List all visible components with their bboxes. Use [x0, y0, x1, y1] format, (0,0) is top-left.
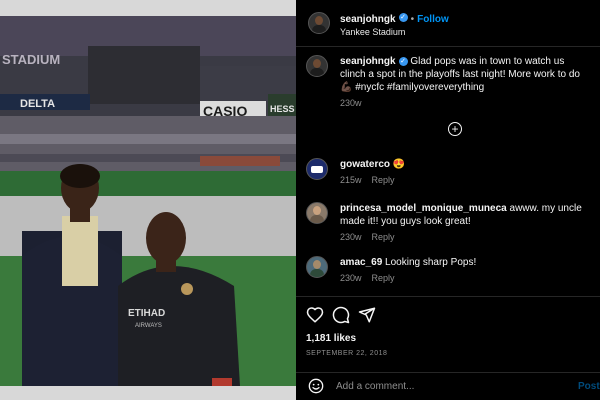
- reply-button[interactable]: Reply: [372, 175, 395, 185]
- post-location[interactable]: Yankee Stadium: [340, 27, 449, 37]
- caption-avatar[interactable]: [306, 55, 328, 77]
- comment-text: Looking sharp Pops!: [385, 257, 477, 268]
- avatar-body: [312, 25, 326, 33]
- stadium-scene-image: STADIUM DELTA CASIO HESS ETIHAD AIRWAYS: [0, 16, 296, 386]
- comment-body: amac_69 Looking sharp Pops! 230w Reply: [340, 256, 590, 285]
- comment-username[interactable]: princesa_model_monique_muneca: [340, 203, 507, 214]
- caption-meta: 230w: [340, 97, 590, 110]
- caption-age: 230w: [340, 98, 362, 108]
- heart-icon[interactable]: [306, 306, 324, 324]
- comment-text: 😍: [392, 159, 406, 170]
- comment-body: gowaterco 😍 215w Reply: [340, 158, 590, 187]
- author-avatar[interactable]: [308, 12, 330, 34]
- likes-count[interactable]: 1,181 likes: [306, 333, 356, 344]
- avatar-body: [310, 215, 324, 223]
- post-photo[interactable]: STADIUM DELTA CASIO HESS ETIHAD AIRWAYS: [0, 0, 296, 400]
- caption-username[interactable]: seanjohngk: [340, 56, 396, 67]
- hess-sign: HESS: [270, 104, 295, 114]
- commenter-avatar[interactable]: [306, 202, 328, 224]
- header-divider: [296, 46, 600, 47]
- verified-icon: ✓: [398, 56, 408, 66]
- author-username[interactable]: seanjohngk: [340, 14, 396, 25]
- share-icon[interactable]: [358, 306, 376, 324]
- avatar-body: [310, 269, 324, 277]
- comment-meta: 230w Reply: [340, 231, 590, 244]
- reply-button[interactable]: Reply: [372, 232, 395, 242]
- verified-icon: ✓: [398, 13, 408, 23]
- avatar-body: [310, 68, 324, 76]
- post-caption: seanjohngk ✓ Glad pops was in town to wat…: [306, 55, 590, 110]
- comment-age: 230w: [340, 273, 362, 283]
- airways-text: AIRWAYS: [135, 323, 162, 329]
- caption-body: seanjohngk ✓ Glad pops was in town to wat…: [340, 55, 590, 110]
- comment-username[interactable]: gowaterco: [340, 159, 390, 170]
- comment-meta: 215w Reply: [340, 174, 590, 187]
- comment-age: 230w: [340, 232, 362, 242]
- commenter-avatar[interactable]: [306, 158, 328, 180]
- post-date: SEPTEMBER 22, 2018: [306, 350, 388, 357]
- add-comment-row: Post: [296, 372, 600, 400]
- post-side-panel: seanjohngk ✓ • Follow Yankee Stadium seanjo…: [296, 0, 600, 400]
- plus-circle-icon[interactable]: +: [448, 122, 462, 136]
- post-modal: STADIUM DELTA CASIO HESS ETIHAD AIRWAYS …: [0, 0, 600, 400]
- comment-age: 215w: [340, 175, 362, 185]
- commenter-avatar[interactable]: [306, 256, 328, 278]
- comment-item: gowaterco 😍 215w Reply: [306, 158, 590, 187]
- follow-separator: •: [410, 14, 415, 25]
- follow-button[interactable]: Follow: [417, 14, 449, 25]
- post-header: seanjohngk ✓ • Follow Yankee Stadium: [296, 0, 600, 46]
- actions-divider: [296, 296, 600, 297]
- header-info: seanjohngk ✓ • Follow Yankee Stadium: [340, 9, 449, 37]
- etihad-text: ETIHAD: [128, 308, 165, 319]
- post-comment-button[interactable]: Post: [578, 381, 600, 392]
- comment-meta: 230w Reply: [340, 272, 590, 285]
- avatar-face: [313, 260, 321, 269]
- stadium-sign: STADIUM: [2, 52, 60, 67]
- add-comment-input[interactable]: [334, 379, 568, 393]
- comment-item: princesa_model_monique_muneca awww. my u…: [306, 202, 590, 244]
- post-actions: [306, 306, 384, 324]
- avatar-face: [313, 206, 321, 215]
- comment-username[interactable]: amac_69: [340, 257, 382, 268]
- avatar-face: [313, 59, 321, 68]
- photo-content: STADIUM DELTA CASIO HESS ETIHAD AIRWAYS: [0, 16, 296, 386]
- avatar-face: [315, 16, 323, 25]
- header-top-line: seanjohngk ✓ • Follow: [340, 9, 449, 27]
- comment-item: amac_69 Looking sharp Pops! 230w Reply: [306, 256, 590, 285]
- comment-icon[interactable]: [332, 306, 350, 324]
- emoji-icon[interactable]: [308, 378, 324, 394]
- avatar-logo: [311, 166, 323, 173]
- delta-sign: DELTA: [20, 98, 55, 110]
- comment-body: princesa_model_monique_muneca awww. my u…: [340, 202, 590, 244]
- reply-button[interactable]: Reply: [372, 273, 395, 283]
